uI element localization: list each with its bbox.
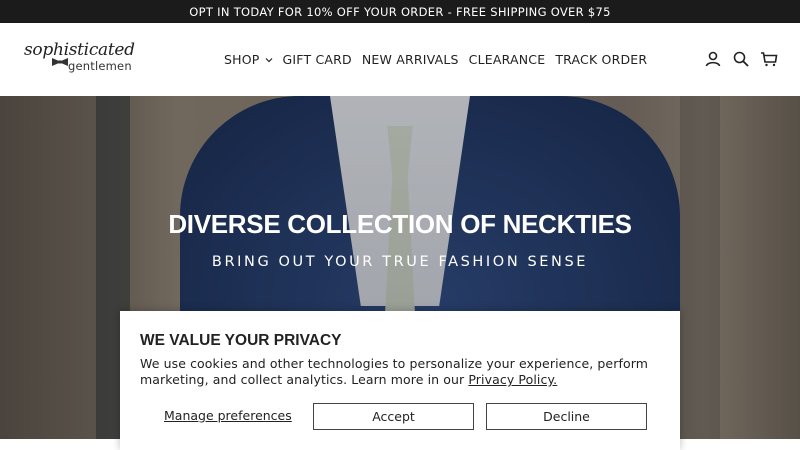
cookie-consent-dialog: WE VALUE YOUR PRIVACY We use cookies and… xyxy=(120,311,680,450)
cookie-title: WE VALUE YOUR PRIVACY xyxy=(140,332,342,349)
nav-item-gift-card[interactable]: GIFT CARD xyxy=(283,52,352,67)
hero-title: DIVERSE COLLECTION OF NECKTIES xyxy=(168,209,632,239)
site-header: sophisticated gentlemen SHOP GIFT CARD N… xyxy=(0,23,800,96)
header-icons xyxy=(694,50,778,68)
nav-item-label: TRACK ORDER xyxy=(555,52,648,67)
announcement-text: OPT IN TODAY FOR 10% OFF YOUR ORDER - FR… xyxy=(189,4,611,19)
nav-item-label: CLEARANCE xyxy=(468,52,546,67)
privacy-policy-link[interactable]: Privacy Policy. xyxy=(468,372,557,387)
announcement-bar: OPT IN TODAY FOR 10% OFF YOUR ORDER - FR… xyxy=(0,0,800,23)
hero-subtitle: BRING OUT YOUR TRUE FASHION SENSE xyxy=(211,254,589,270)
nav-item-label: NEW ARRIVALS xyxy=(361,52,459,67)
decline-button[interactable]: Decline xyxy=(486,403,647,430)
main-nav: SHOP GIFT CARD NEW ARRIVALS CLEARANCE TR… xyxy=(224,23,657,96)
nav-item-label: SHOP xyxy=(224,52,260,67)
logo-line1: sophisticated xyxy=(24,40,135,60)
bowtie-icon xyxy=(52,58,68,66)
nav-item-new-arrivals[interactable]: NEW ARRIVALS xyxy=(362,52,459,67)
manage-preferences-link[interactable]: Manage preferences xyxy=(164,408,292,423)
logo-line2: gentlemen xyxy=(68,59,132,73)
nav-item-label: GIFT CARD xyxy=(282,52,352,67)
site-logo[interactable]: sophisticated gentlemen xyxy=(24,40,135,80)
cookie-body-text: We use cookies and other technologies to… xyxy=(140,356,648,387)
account-icon[interactable] xyxy=(704,50,722,68)
nav-item-clearance[interactable]: CLEARANCE xyxy=(469,52,546,67)
nav-item-shop[interactable]: SHOP xyxy=(224,52,273,67)
cookie-body: We use cookies and other technologies to… xyxy=(140,356,660,388)
search-icon[interactable] xyxy=(732,50,750,68)
accept-button[interactable]: Accept xyxy=(313,403,474,430)
chevron-down-icon xyxy=(265,57,272,62)
cart-icon[interactable] xyxy=(760,50,778,68)
nav-item-track-order[interactable]: TRACK ORDER xyxy=(555,52,647,67)
